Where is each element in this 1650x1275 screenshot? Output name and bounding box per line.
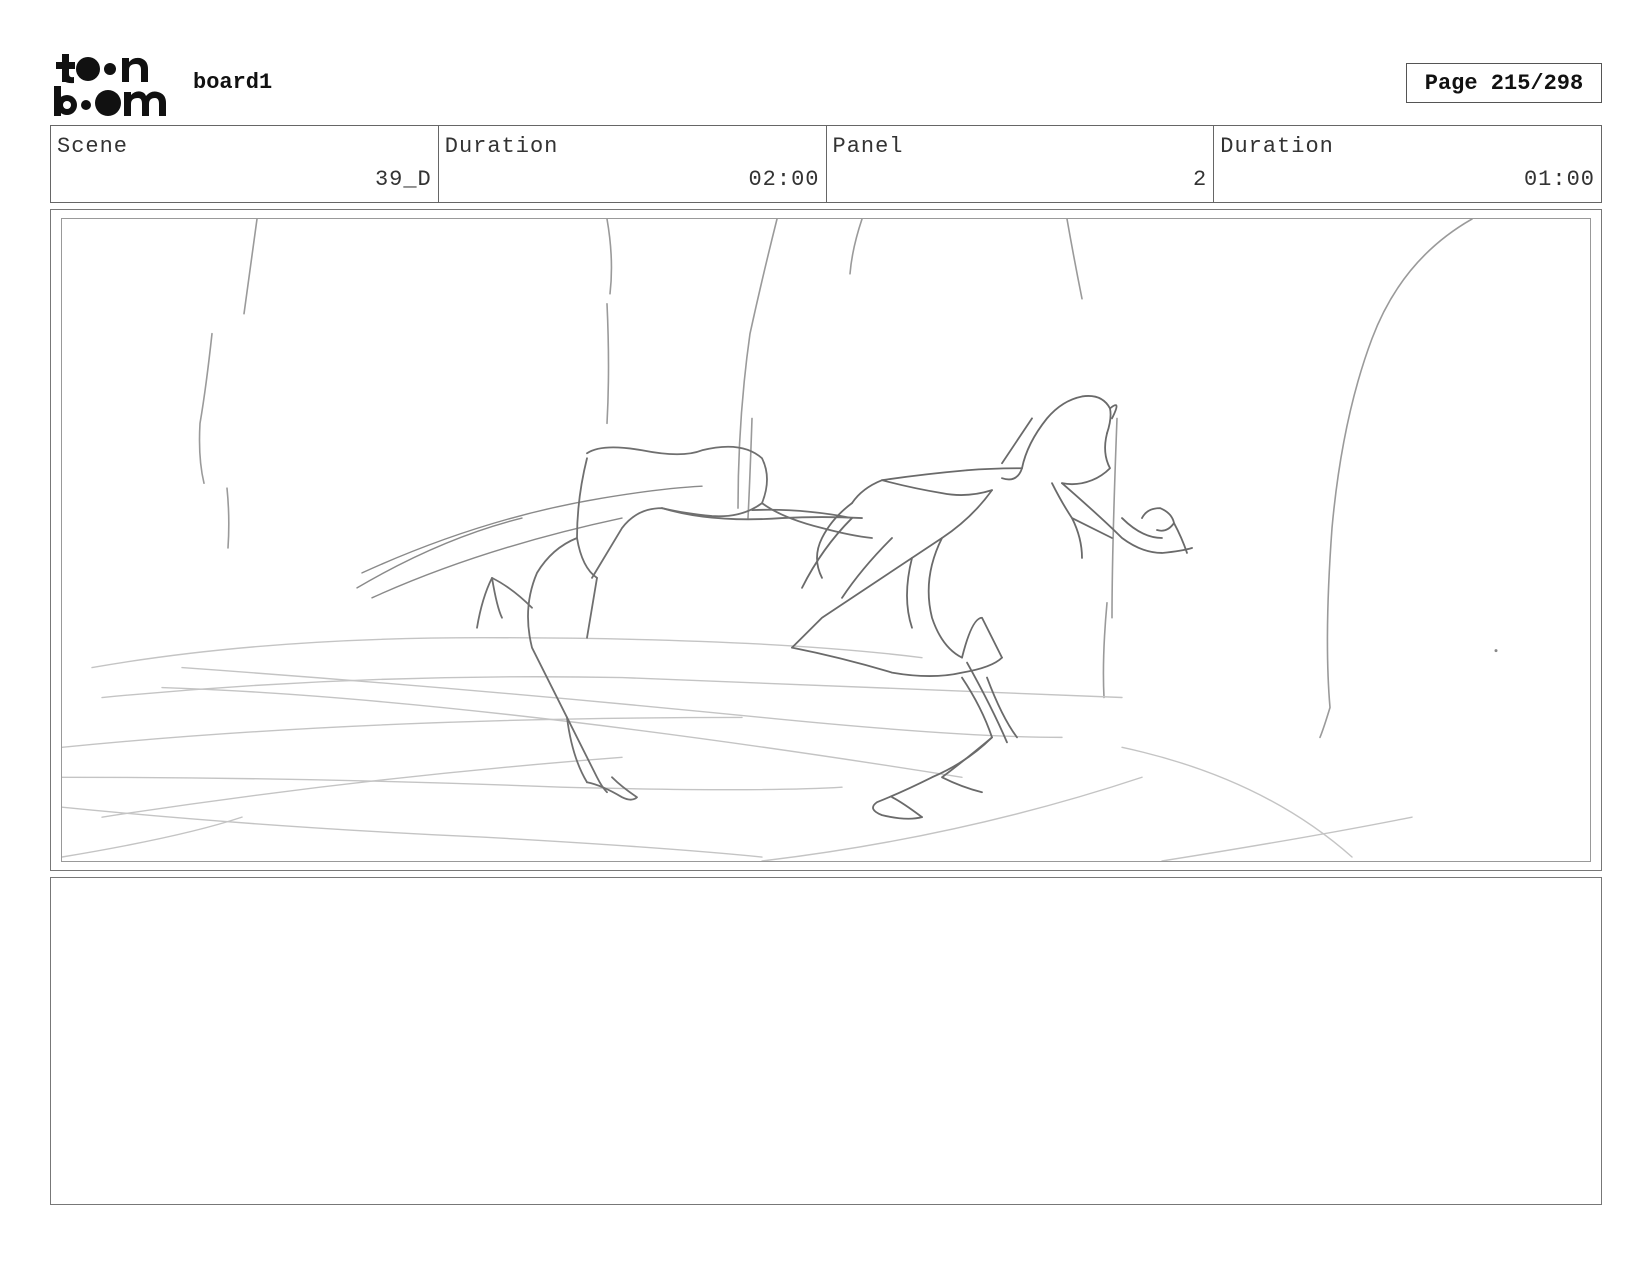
scene-duration-cell: Duration 02:00	[439, 126, 827, 202]
panel-info-table: Scene 39_D Duration 02:00 Panel 2 Durati…	[50, 125, 1602, 203]
sketch-running-figures-icon	[62, 219, 1498, 861]
toon-boom-logo	[54, 54, 166, 116]
panel-notes-box	[50, 877, 1602, 1205]
project-name: board1	[193, 70, 273, 95]
panel-duration-cell: Duration 01:00	[1214, 126, 1601, 202]
scene-duration-label: Duration	[444, 134, 559, 159]
panel-cell: Panel 2	[827, 126, 1215, 202]
page-indicator: Page 215/298	[1406, 63, 1602, 103]
panel-value: 2	[1193, 167, 1208, 192]
panel-duration-label: Duration	[1220, 134, 1334, 159]
panel-image-area	[61, 218, 1591, 862]
panel-label: Panel	[832, 134, 904, 159]
scene-duration-value: 02:00	[748, 167, 820, 192]
panel-duration-value: 01:00	[1523, 167, 1595, 192]
scene-cell: Scene 39_D	[51, 126, 439, 202]
scene-value: 39_D	[374, 167, 432, 192]
scene-label: Scene	[57, 134, 129, 159]
storyboard-panel	[50, 209, 1602, 871]
